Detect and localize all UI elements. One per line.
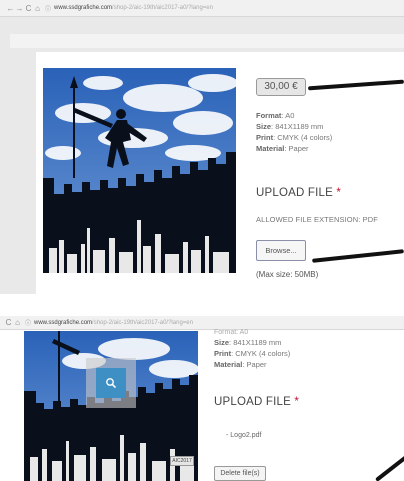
- price-badge: 30,00 €: [256, 78, 306, 96]
- address-host: www.ssdgrafiche.com: [54, 5, 113, 11]
- spec-size: Size: 841X1189 mm: [214, 338, 282, 347]
- product-image[interactable]: [43, 68, 236, 273]
- address-bar[interactable]: ⓘ www.ssdgrafiche.com /shop-2/aic-19th/a…: [45, 4, 213, 13]
- address-host: www.ssdgrafiche.com: [34, 319, 93, 326]
- spec-format-partial: Format: A0: [214, 329, 249, 336]
- address-bar[interactable]: ⓘ www.ssdgrafiche.com /shop-2/aic-19th/a…: [25, 318, 193, 328]
- zoom-button[interactable]: [96, 368, 126, 398]
- address-path: /shop-2/aic-19th/aic2017-a0/?lang=en: [112, 5, 213, 11]
- required-mark: *: [336, 187, 342, 199]
- home-icon[interactable]: ⌂: [33, 0, 42, 17]
- back-icon[interactable]: ←: [6, 0, 15, 17]
- max-size-note: (Max size: 50MB): [256, 270, 319, 279]
- browser-toolbar-top: ← → C ⌂ ⓘ www.ssdgrafiche.com /shop-2/ai…: [0, 0, 404, 17]
- magnifier-icon: [106, 378, 117, 389]
- image-tag: AIC2017: [170, 456, 194, 466]
- browse-button[interactable]: Browse...: [256, 240, 306, 261]
- forward-icon[interactable]: →: [15, 0, 24, 17]
- spec-size: Size: 841X1189 mm: [256, 122, 324, 131]
- browser-toolbar-bottom: C ⌂ ⓘ www.ssdgrafiche.com /shop-2/aic-19…: [0, 316, 404, 330]
- home-icon[interactable]: ⌂: [13, 316, 22, 330]
- info-icon: ⓘ: [45, 6, 52, 13]
- upload-file-title: UPLOAD FILE *: [256, 187, 342, 199]
- spec-material: Material: Paper: [214, 360, 267, 369]
- spec-material: Material: Paper: [256, 144, 309, 153]
- reload-icon[interactable]: C: [4, 316, 13, 330]
- reload-icon[interactable]: C: [24, 0, 33, 17]
- spec-print: Print: CMYK (4 colors): [256, 133, 333, 142]
- address-path: /shop-2/aic-19th/aic2017-a0/?lang=en: [92, 319, 193, 326]
- delete-files-button[interactable]: Delete file(s): [214, 466, 266, 481]
- spec-print: Print: CMYK (4 colors): [214, 349, 291, 358]
- uploaded-file-name: - Logo2.pdf: [226, 432, 262, 439]
- spec-format: Format: A0: [256, 111, 295, 120]
- product-specs: Format: A0 Size: 841X1189 mm Print: CMYK…: [256, 110, 332, 154]
- info-icon: ⓘ: [25, 321, 32, 327]
- annotation-stroke: [375, 454, 404, 481]
- upload-file-title-bottom: UPLOAD FILE *: [214, 396, 300, 408]
- product-specs-bottom: Size: 841X1189 mm Print: CMYK (4 colors)…: [214, 337, 290, 370]
- header-strip: [10, 34, 404, 48]
- required-mark: *: [294, 396, 300, 408]
- poster-illustration: [43, 68, 236, 273]
- allowed-extension: ALLOWED FILE EXTENSION: PDF: [256, 215, 378, 224]
